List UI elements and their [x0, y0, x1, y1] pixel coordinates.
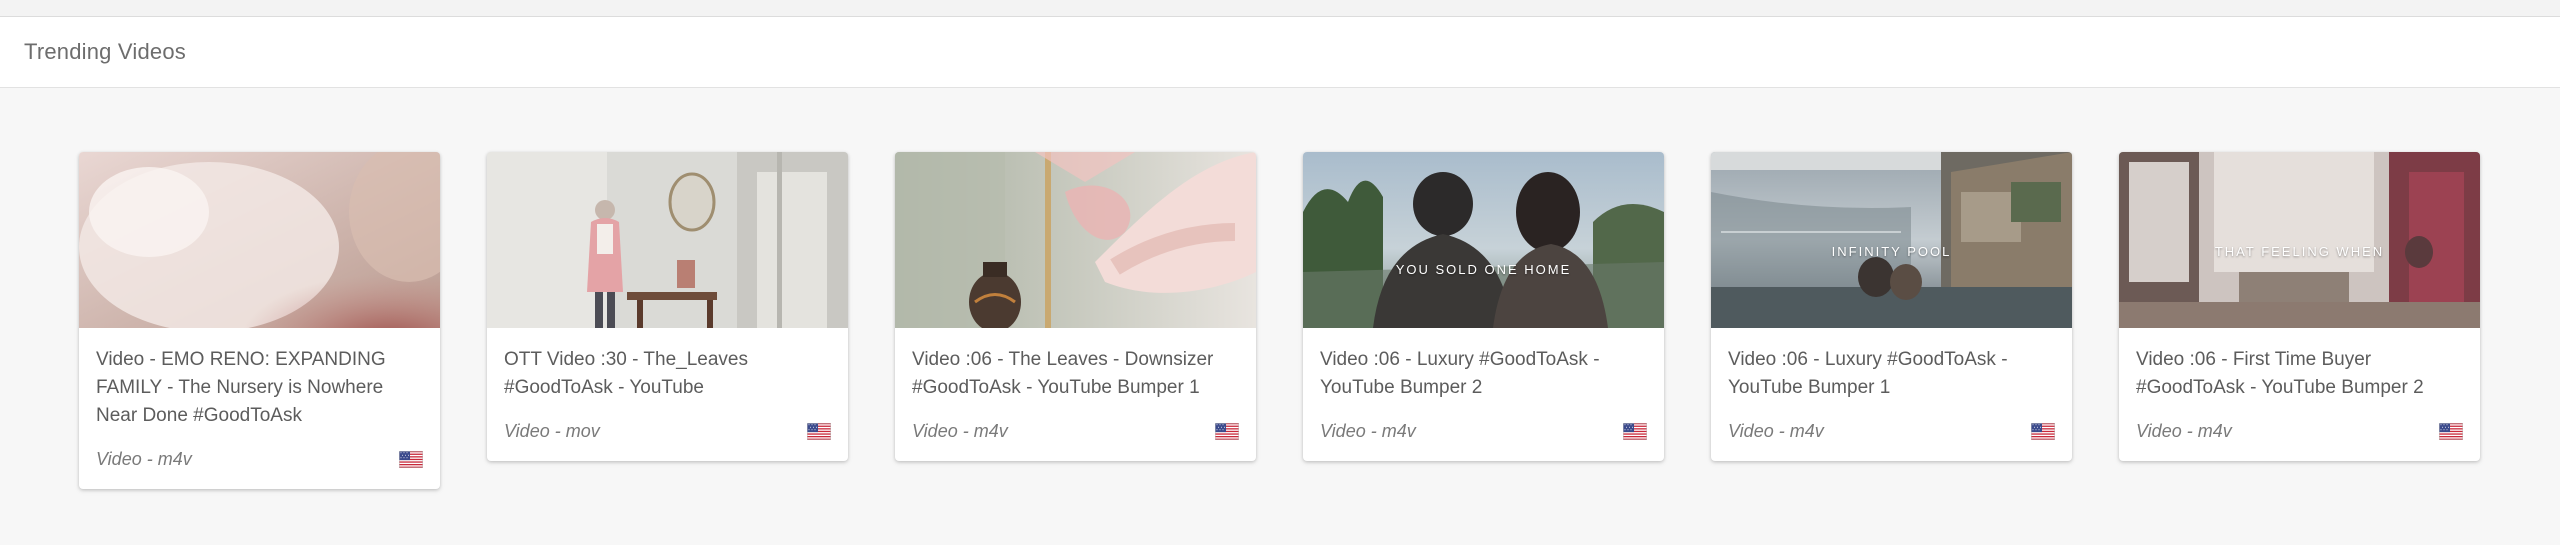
video-type: Video - m4v: [96, 448, 192, 469]
video-type: Video - mov: [504, 420, 600, 441]
video-thumbnail[interactable]: [487, 152, 848, 328]
video-card[interactable]: OTT Video :30 - The_Leaves #GoodToAsk - …: [487, 152, 848, 461]
card-footer: Video - mov: [504, 421, 831, 441]
video-overlay-text: INFINITY POOL: [1831, 244, 1952, 259]
video-type: Video - m4v: [1320, 420, 1416, 441]
video-thumbnail[interactable]: THAT FEELING WHEN: [2119, 152, 2480, 328]
card-footer: Video - m4v: [1320, 421, 1647, 441]
video-card[interactable]: Video :06 - The Leaves - Downsizer #Good…: [895, 152, 1256, 461]
us-flag-icon: [807, 423, 831, 440]
section-header: Trending Videos: [0, 17, 2560, 88]
video-card[interactable]: YOU SOLD ONE HOME Video :06 - Luxury #Go…: [1303, 152, 1664, 461]
video-grid: Video - EMO RENO: EXPANDING FAMILY - The…: [79, 152, 2483, 492]
video-thumbnail[interactable]: INFINITY POOL: [1711, 152, 2072, 328]
video-title[interactable]: Video - EMO RENO: EXPANDING FAMILY - The…: [96, 346, 423, 430]
video-type: Video - m4v: [1728, 420, 1824, 441]
video-overlay-text: THAT FEELING WHEN: [2214, 244, 2385, 259]
video-type: Video - m4v: [912, 420, 1008, 441]
video-title[interactable]: OTT Video :30 - The_Leaves #GoodToAsk - …: [504, 346, 831, 402]
video-title[interactable]: Video :06 - Luxury #GoodToAsk - YouTube …: [1728, 346, 2055, 402]
card-footer: Video - m4v: [2136, 421, 2463, 441]
us-flag-icon: [1215, 423, 1239, 440]
video-card[interactable]: THAT FEELING WHEN Video :06 - First Time…: [2119, 152, 2480, 461]
video-thumbnail[interactable]: [79, 152, 440, 328]
video-thumbnail[interactable]: YOU SOLD ONE HOME: [1303, 152, 1664, 328]
us-flag-icon: [399, 451, 423, 468]
us-flag-icon: [2031, 423, 2055, 440]
card-footer: Video - m4v: [912, 421, 1239, 441]
video-title[interactable]: Video :06 - Luxury #GoodToAsk - YouTube …: [1320, 346, 1647, 402]
card-footer: Video - m4v: [1728, 421, 2055, 441]
video-card[interactable]: Video - EMO RENO: EXPANDING FAMILY - The…: [79, 152, 440, 489]
video-card[interactable]: INFINITY POOL Video :06 - Luxury #GoodTo…: [1711, 152, 2072, 461]
top-strip: [0, 0, 2560, 17]
section-title: Trending Videos: [24, 39, 186, 64]
us-flag-icon: [1623, 423, 1647, 440]
video-type: Video - m4v: [2136, 420, 2232, 441]
video-title[interactable]: Video :06 - First Time Buyer #GoodToAsk …: [2136, 346, 2463, 402]
video-title[interactable]: Video :06 - The Leaves - Downsizer #Good…: [912, 346, 1239, 402]
video-overlay-text: YOU SOLD ONE HOME: [1395, 262, 1572, 277]
video-thumbnail[interactable]: [895, 152, 1256, 328]
card-footer: Video - m4v: [96, 449, 423, 469]
us-flag-icon: [2439, 423, 2463, 440]
